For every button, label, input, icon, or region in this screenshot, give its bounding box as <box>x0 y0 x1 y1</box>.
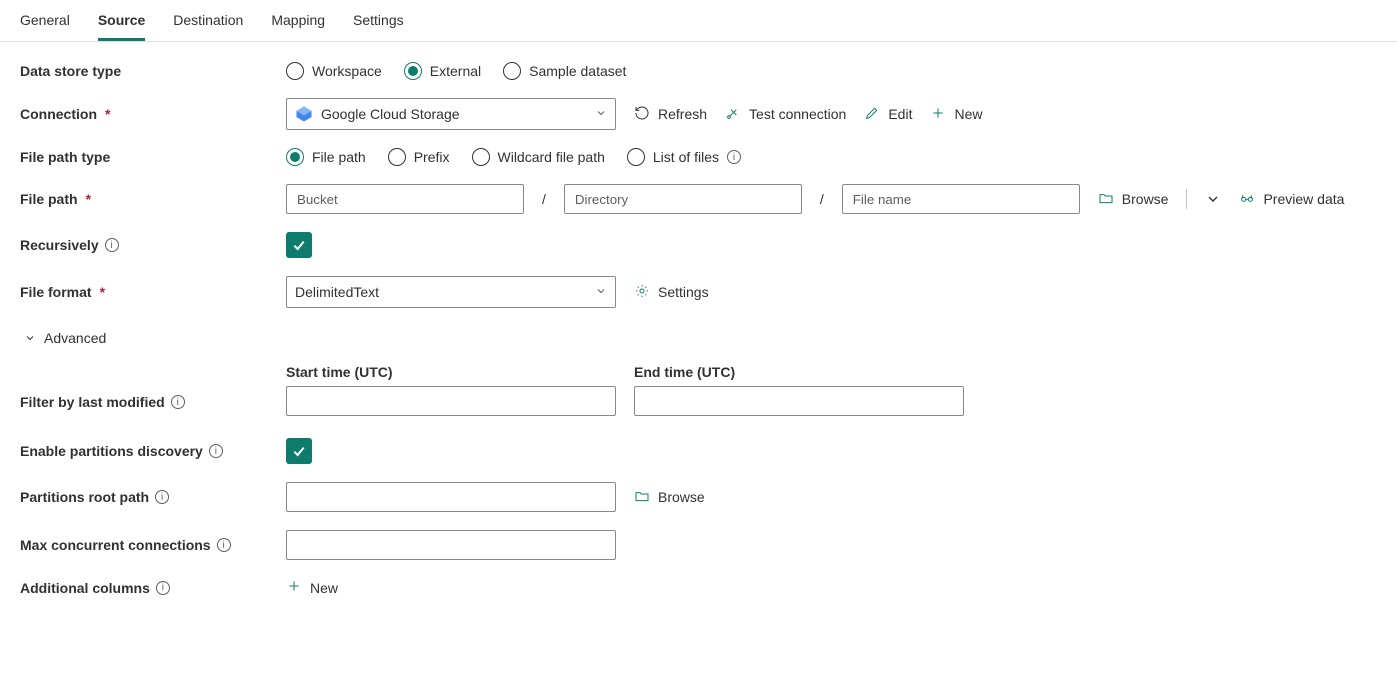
test-connection-button[interactable]: Test connection <box>725 105 846 124</box>
folder-icon <box>1098 190 1114 209</box>
label-filter-last-modified: Filter by last modified i <box>20 364 286 410</box>
radio-external[interactable]: External <box>404 62 481 80</box>
info-icon[interactable]: i <box>171 395 185 409</box>
bucket-input[interactable] <box>286 184 524 214</box>
gear-icon <box>634 283 650 302</box>
label-additional-columns: Additional columns i <box>20 580 286 596</box>
label-max-concurrent: Max concurrent connections i <box>20 537 286 553</box>
enable-partitions-checkbox[interactable] <box>286 438 312 464</box>
recursively-checkbox[interactable] <box>286 232 312 258</box>
label-file-path: File path* <box>20 191 286 207</box>
glasses-icon <box>1239 190 1255 209</box>
radio-external-label: External <box>430 63 481 79</box>
chevron-down-icon <box>595 284 607 300</box>
info-icon[interactable]: i <box>156 581 170 595</box>
radio-file-path[interactable]: File path <box>286 148 366 166</box>
tab-destination[interactable]: Destination <box>173 8 243 41</box>
connection-select[interactable]: Google Cloud Storage <box>286 98 616 130</box>
browse-dropdown[interactable] <box>1205 191 1221 207</box>
refresh-button[interactable]: Refresh <box>634 105 707 124</box>
tab-mapping[interactable]: Mapping <box>271 8 325 41</box>
label-data-store-type: Data store type <box>20 63 286 79</box>
label-partitions-root: Partitions root path i <box>20 489 286 505</box>
label-file-format: File format* <box>20 284 286 300</box>
radio-workspace[interactable]: Workspace <box>286 62 382 80</box>
refresh-icon <box>634 105 650 124</box>
path-separator: / <box>820 191 824 207</box>
info-icon[interactable]: i <box>727 150 741 164</box>
start-time-input[interactable] <box>286 386 616 416</box>
label-start-time: Start time (UTC) <box>286 364 616 380</box>
pencil-icon <box>864 105 880 124</box>
radio-sample-dataset[interactable]: Sample dataset <box>503 62 626 80</box>
file-format-select[interactable]: DelimitedText <box>286 276 616 308</box>
new-connection-button[interactable]: New <box>930 105 982 124</box>
folder-icon <box>634 488 650 507</box>
file-name-input[interactable] <box>842 184 1080 214</box>
label-file-path-type: File path type <box>20 149 286 165</box>
info-icon[interactable]: i <box>105 238 119 252</box>
edit-button[interactable]: Edit <box>864 105 912 124</box>
info-icon[interactable]: i <box>217 538 231 552</box>
chevron-down-icon <box>595 106 607 122</box>
tab-settings[interactable]: Settings <box>353 8 404 41</box>
info-icon[interactable]: i <box>209 444 223 458</box>
plus-icon <box>930 105 946 124</box>
label-enable-partitions: Enable partitions discovery i <box>20 443 286 459</box>
file-format-value: DelimitedText <box>295 284 379 300</box>
required-asterisk: * <box>105 106 110 122</box>
path-separator: / <box>542 191 546 207</box>
radio-sample-label: Sample dataset <box>529 63 626 79</box>
file-path-type-group: File path Prefix Wildcard file path List… <box>286 148 741 166</box>
tab-bar: General Source Destination Mapping Setti… <box>0 0 1397 42</box>
additional-columns-new-button[interactable]: New <box>286 578 338 597</box>
tab-general[interactable]: General <box>20 8 70 41</box>
radio-prefix[interactable]: Prefix <box>388 148 450 166</box>
data-store-type-group: Workspace External Sample dataset <box>286 62 626 80</box>
browse-button[interactable]: Browse <box>1098 190 1169 209</box>
advanced-toggle[interactable]: Advanced <box>24 330 106 346</box>
label-recursively: Recursively i <box>20 237 286 253</box>
info-icon[interactable]: i <box>155 490 169 504</box>
end-time-input[interactable] <box>634 386 964 416</box>
label-end-time: End time (UTC) <box>634 364 964 380</box>
separator <box>1186 189 1187 209</box>
partitions-browse-button[interactable]: Browse <box>634 488 705 507</box>
plug-icon <box>725 105 741 124</box>
plus-icon <box>286 578 302 597</box>
gcs-icon <box>295 105 313 123</box>
preview-data-button[interactable]: Preview data <box>1239 190 1344 209</box>
radio-list-of-files[interactable]: List of files i <box>627 148 741 166</box>
partitions-root-input[interactable] <box>286 482 616 512</box>
tab-source[interactable]: Source <box>98 8 145 41</box>
radio-workspace-label: Workspace <box>312 63 382 79</box>
max-concurrent-input[interactable] <box>286 530 616 560</box>
label-connection: Connection* <box>20 106 286 122</box>
radio-wildcard[interactable]: Wildcard file path <box>472 148 605 166</box>
file-format-settings-button[interactable]: Settings <box>634 283 709 302</box>
connection-value: Google Cloud Storage <box>321 106 460 122</box>
directory-input[interactable] <box>564 184 802 214</box>
